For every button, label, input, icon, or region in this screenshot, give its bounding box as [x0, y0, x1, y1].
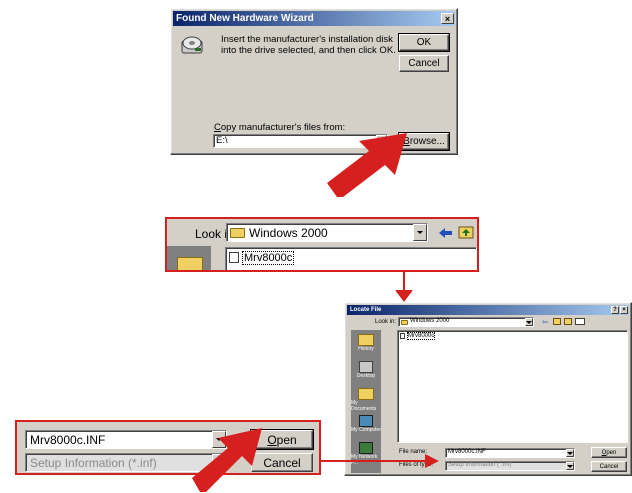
folder-icon [401, 320, 408, 325]
history-folder-icon [177, 257, 203, 270]
filename-label: File name: [399, 449, 428, 455]
places-item-network[interactable]: My Network P... [351, 442, 381, 466]
locate-title: Locate File [350, 307, 382, 313]
places-label: My Computer [351, 427, 382, 433]
ok-label: OK [416, 37, 432, 48]
close-icon: × [622, 307, 626, 313]
inf-file-icon [400, 333, 405, 339]
lookin-zoom-panel: Look in: Windows 2000 Mrv8000c [165, 217, 479, 272]
wizard-titlebar: Found New Hardware Wizard [173, 11, 455, 26]
locate-file-item[interactable]: Mrv8000c [407, 332, 436, 340]
my-documents-icon [358, 388, 374, 400]
places-item-my-documents[interactable]: My Documents [351, 388, 381, 412]
filename-zoom-panel: Mrv8000c.INF Setup Information (*.inf) O… [15, 420, 321, 475]
zoom-filename-value: Mrv8000c.INF [30, 433, 106, 447]
inf-file-icon [229, 252, 239, 263]
path-value: E:\ [216, 135, 228, 146]
places-item-my-computer[interactable]: My Computer [351, 415, 381, 433]
lookin-dropdown-arrow[interactable] [413, 224, 427, 241]
wizard-close-button[interactable]: × [441, 13, 454, 24]
red-connector-horizontal [321, 460, 427, 462]
places-bar: History Desktop My Documents My Computer… [351, 330, 381, 473]
red-arrow-to-browse [327, 133, 407, 197]
lookin-folder-name: Windows 2000 [249, 226, 328, 240]
filetype-dropdown-arrow[interactable] [566, 462, 574, 470]
places-label: My Documents [351, 400, 377, 412]
back-icon[interactable] [439, 227, 453, 239]
file-item-mrv8000c[interactable]: Mrv8000c [242, 251, 295, 265]
new-folder-icon[interactable] [564, 318, 572, 325]
locate-filetype-value: Setup Information (*.inf) [448, 462, 512, 468]
locate-close-button[interactable]: × [620, 306, 628, 314]
places-label: History [358, 346, 374, 352]
desktop-icon [359, 361, 373, 373]
folder-icon [230, 228, 245, 238]
locate-lookin-combobox[interactable]: Windows 2000 [398, 317, 534, 327]
wizard-message: Insert the manufacturer's installation d… [221, 34, 396, 56]
view-menu-icon[interactable] [575, 318, 585, 325]
history-icon [358, 334, 374, 346]
my-computer-icon [359, 415, 373, 427]
close-icon: × [444, 13, 451, 24]
file-list-zoom: Mrv8000c [225, 247, 477, 270]
cancel-label: Cancel [408, 58, 440, 69]
red-connector-arrowhead [395, 290, 413, 302]
locate-lookin-label: Look in: [375, 319, 397, 325]
places-label: Desktop [356, 373, 376, 379]
help-icon: ? [613, 307, 617, 313]
red-arrow-to-open [192, 428, 262, 492]
locate-cancel-button[interactable]: Cancel [591, 461, 627, 472]
locate-help-button[interactable]: ? [611, 306, 619, 314]
locate-lookin-folder: Windows 2000 [410, 318, 450, 324]
network-icon [359, 442, 373, 454]
locate-lookin-arrow[interactable] [525, 318, 533, 326]
places-item-history[interactable]: History [351, 334, 381, 352]
locate-filetype-field[interactable]: Setup Information (*.inf) [445, 461, 575, 471]
red-connector-vertical [403, 272, 405, 292]
locate-file-list: Mrv8000c [397, 330, 628, 443]
filename-dropdown-arrow[interactable] [566, 449, 574, 457]
back-icon[interactable]: ⇦ [542, 318, 550, 326]
open-label: Open [601, 449, 617, 456]
locate-filename-value: Mrv8000c.INF [448, 449, 486, 455]
up-folder-icon[interactable] [553, 318, 561, 325]
wizard-title: Found New Hardware Wizard [176, 13, 314, 24]
open-label: Open [267, 432, 297, 447]
disk-icon [181, 35, 205, 57]
locate-filename-field[interactable]: Mrv8000c.INF [445, 448, 575, 458]
up-folder-icon[interactable] [458, 224, 474, 239]
cancel-button[interactable]: Cancel [399, 55, 449, 72]
ok-button[interactable]: OK [398, 33, 450, 52]
locate-titlebar: Locate File [347, 305, 629, 315]
locate-file-dialog: Locate File ? × Look in: Windows 2000 ⇦ … [344, 302, 632, 476]
places-item-desktop[interactable]: Desktop [351, 361, 381, 379]
locate-open-button[interactable]: Open [591, 447, 627, 458]
red-connector-arrowhead-right [425, 454, 439, 468]
zoom-filetype-value: Setup Information (*.inf) [30, 456, 157, 470]
cancel-label: Cancel [599, 463, 619, 470]
lookin-combobox[interactable]: Windows 2000 [226, 223, 428, 242]
